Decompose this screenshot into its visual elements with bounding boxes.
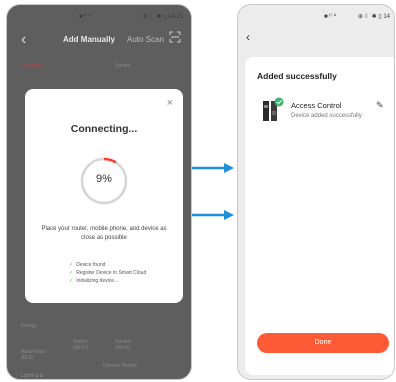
step-text: Device found — [76, 262, 106, 268]
step-item: ✓ Device found — [69, 261, 146, 269]
device-socket-wifi: Socket (Wi-Fi) — [115, 339, 131, 351]
back-icon[interactable]: ‹ — [246, 30, 250, 44]
category-energy: Energy — [21, 323, 37, 329]
step-text: Register Device to Smart Cloud — [76, 270, 147, 276]
dialog-title: Connecting... — [70, 123, 138, 135]
step-text: Initializing device... — [76, 278, 119, 284]
step-item: ✓ Initializing device... — [69, 277, 146, 285]
status-bar: ■ ᵗˡ ᐞ ⊕ ☾ ✱ ▯ 14 — [238, 5, 394, 27]
category-lighting: Lighting & — [21, 373, 44, 379]
progress-ring: 9% — [78, 155, 130, 207]
page-header: ‹ Add Manually Auto Scan — [7, 27, 191, 53]
connecting-dialog: × Connecting... 9% Place your router, mo… — [25, 89, 183, 303]
status-bar-right: ⊕ ☾ ✱ ▯ 14 — [357, 14, 390, 20]
status-bar: ■ ᵗˡ ᐞ ⊕ ☾ ✱ ▯ 14:21 — [7, 5, 191, 27]
edit-icon[interactable]: ✎ — [376, 100, 384, 111]
back-icon[interactable]: ‹ — [21, 31, 26, 49]
placement-hint: Place your router, mobile phone, and dev… — [41, 226, 167, 241]
done-button[interactable]: Done — [257, 333, 389, 353]
status-bar-center: ■ ᵗˡ ᐞ — [324, 14, 337, 20]
check-icon: ✓ — [69, 278, 74, 284]
connection-steps: ✓ Device found ✓ Register Device to Smart … — [69, 261, 146, 285]
category-socket: Socket — [115, 63, 131, 69]
category-automation: Automation (BLE) — [21, 349, 47, 361]
tab-add-manually[interactable]: Add Manually — [63, 35, 115, 44]
check-icon: ✓ — [69, 262, 74, 268]
arrow-right-icon — [192, 210, 234, 220]
progress-label: 9% — [96, 173, 112, 185]
device-switch-wifi: Switch (Wi-Fi) — [73, 339, 88, 351]
check-icon: ✓ — [69, 270, 74, 276]
device-name: Access Control — [291, 101, 342, 110]
close-icon[interactable]: × — [167, 97, 173, 109]
scan-icon[interactable] — [169, 31, 181, 46]
tab-auto-scan[interactable]: Auto Scan — [127, 35, 164, 44]
access-control-device-icon — [261, 97, 285, 123]
category-electrician: Electrician — [21, 63, 45, 69]
right-phone-screen: ■ ᵗˡ ᐞ ⊕ ☾ ✱ ▯ 14 ‹ Added successfully A… — [237, 4, 395, 380]
device-status: Device added successfully — [291, 113, 362, 119]
step-item: ✓ Register Device to Smart Cloud — [69, 269, 146, 277]
result-heading: Added successfully — [257, 71, 337, 81]
status-bar-right: ⊕ ☾ ✱ ▯ 14:21 — [142, 14, 183, 20]
left-phone-screen: ■ ᵗˡ ᐞ ⊕ ☾ ✱ ▯ 14:21 ‹ Add Manually Auto… — [6, 4, 192, 380]
status-bar-center: ■ ᵗˡ ᐞ — [79, 14, 92, 20]
device-dimmer-switch: Dimmer Switch — [103, 363, 137, 369]
arrow-right-icon — [192, 163, 234, 173]
result-card: Added successfully Access Control Device… — [245, 57, 394, 375]
